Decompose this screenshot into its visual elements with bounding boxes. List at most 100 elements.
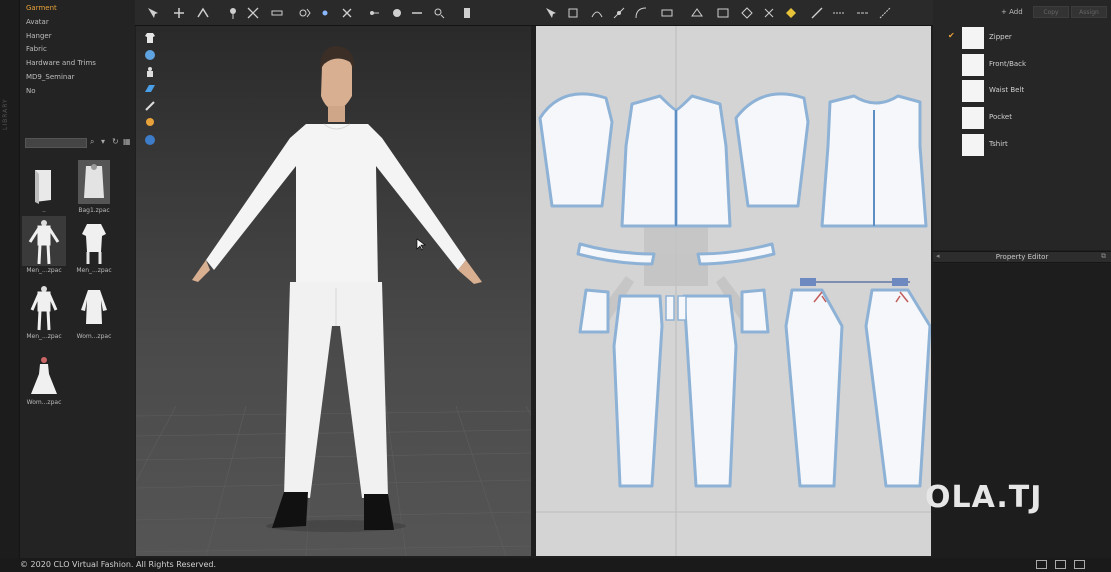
pattern-piece-pocket	[740, 288, 770, 334]
sphere-icon[interactable]	[390, 6, 404, 20]
pattern-canvas[interactable]	[536, 26, 931, 556]
fabric-label: Pocket	[989, 113, 1012, 121]
arrangement-point-icon[interactable]	[318, 6, 332, 20]
texture-display-icon[interactable]	[142, 47, 158, 62]
free-sewing-icon[interactable]	[832, 6, 846, 20]
arrange-icon[interactable]	[298, 6, 312, 20]
environment-icon[interactable]	[142, 132, 158, 147]
folder-item-hardware[interactable]: Hardware and Trims	[20, 57, 135, 71]
internal-polygon-icon[interactable]	[690, 6, 704, 20]
file-item[interactable]: Men_...zpac	[72, 216, 116, 278]
avatar-display-icon[interactable]	[142, 64, 158, 79]
pattern-piece-back-pants	[784, 288, 844, 488]
pattern-piece-back-pants	[864, 288, 931, 488]
copyright-text: © 2020 CLO Virtual Fashion. All Rights R…	[20, 560, 217, 569]
garment-display-icon[interactable]	[142, 30, 158, 45]
fabric-swatch	[962, 107, 984, 129]
layout-list-icon[interactable]	[1074, 560, 1085, 569]
file-name: Wom...zpac	[26, 399, 62, 406]
folder-item-md9-seminar[interactable]: MD9_Seminar	[20, 71, 135, 85]
property-editor-header: ◂ Property Editor ⧉	[933, 251, 1111, 263]
folder-item-garment[interactable]: Garment	[20, 2, 135, 16]
measure-icon[interactable]	[270, 6, 284, 20]
refresh-icon[interactable]: ↻	[112, 137, 120, 147]
pattern-piece-pocket	[578, 288, 610, 334]
segment-sewing-icon[interactable]	[810, 6, 824, 20]
assign-fabric-button[interactable]: Assign	[1071, 6, 1107, 18]
file-item[interactable]: Men_...zpac	[22, 282, 66, 344]
edit-curvature-icon[interactable]	[590, 6, 604, 20]
grid-view-icon[interactable]: ▦	[123, 137, 131, 147]
buttonhole-icon[interactable]	[410, 6, 424, 20]
pattern-piece-sleeve	[538, 92, 614, 208]
file-item[interactable]: Wom...zpac	[22, 348, 66, 410]
cut-icon[interactable]	[246, 6, 260, 20]
edit-sewing-icon[interactable]	[856, 6, 870, 20]
pattern-piece-waist-belt	[576, 242, 656, 266]
select-mesh-icon[interactable]	[146, 6, 160, 20]
folder-item-fabric[interactable]: Fabric	[20, 43, 135, 57]
dropdown-icon[interactable]: ▾	[101, 137, 109, 147]
object-browser-header: + Add Copy Assign	[933, 6, 1111, 22]
fabric-item-pocket[interactable]: Pocket	[933, 107, 1111, 129]
fabric-item-tshirt[interactable]: Tshirt	[933, 134, 1111, 156]
fabric-label: Front/Back	[989, 60, 1027, 68]
pattern-piece-front-pants	[682, 294, 738, 488]
folder-item-no[interactable]: No	[20, 85, 135, 99]
object-browser-panel: + Add Copy Assign ✔ Zipper Front/Back Wa…	[933, 0, 1111, 250]
folder-item-hanger[interactable]: Hanger	[20, 30, 135, 44]
fabric-swatch	[962, 80, 984, 102]
fabric-label: Tshirt	[989, 140, 1008, 148]
pattern-piece-waist-belt	[696, 242, 776, 266]
file-name: Bag1.zpac	[78, 207, 110, 214]
add-point-icon[interactable]	[612, 6, 626, 20]
women-dress-thumbnail	[22, 348, 66, 398]
zipper-tool-icon[interactable]	[432, 6, 446, 20]
2d-pattern-window[interactable]	[536, 26, 931, 556]
circle-tool-icon[interactable]	[740, 6, 754, 20]
library-side-label: LIBRARY	[2, 98, 9, 130]
file-item[interactable]: Men_...zpac	[22, 216, 66, 278]
trim-icon[interactable]	[460, 6, 474, 20]
undock-icon[interactable]: ⧉	[1101, 252, 1106, 261]
fabric-item-front-back[interactable]: Front/Back	[933, 54, 1111, 76]
fabric-display-icon[interactable]	[142, 81, 158, 96]
avatar-skin-icon[interactable]	[142, 115, 158, 130]
layout-single-icon[interactable]	[1036, 560, 1047, 569]
add-fabric-button[interactable]: + Add	[1001, 8, 1023, 16]
library-folder-list: Garment Avatar Hanger Fabric Hardware an…	[20, 2, 135, 99]
pattern-piece-zipper	[677, 295, 687, 321]
library-search-input[interactable]	[25, 138, 87, 148]
pin-icon[interactable]	[226, 6, 240, 20]
avatar-3d[interactable]	[136, 26, 531, 556]
dart-icon[interactable]	[784, 6, 798, 20]
fold-icon[interactable]	[196, 6, 210, 20]
clo3d-app: LIBRARY Garment Avatar Hanger Fabric Har…	[0, 0, 1111, 572]
fabric-label: Zipper	[989, 33, 1012, 41]
rectangle-tool-icon[interactable]	[716, 6, 730, 20]
search-icon[interactable]: ⌕	[90, 137, 98, 147]
topstitch-icon[interactable]	[878, 6, 892, 20]
fabric-label: Waist Belt	[989, 86, 1025, 94]
3d-garment-window[interactable]	[136, 26, 531, 556]
transform-icon[interactable]	[172, 6, 186, 20]
copy-fabric-button[interactable]: Copy	[1033, 6, 1069, 18]
layout-split-icon[interactable]	[1055, 560, 1066, 569]
fabric-item-zipper[interactable]: ✔ Zipper	[933, 27, 1111, 49]
polygon-icon[interactable]	[660, 6, 674, 20]
fabric-item-waist-belt[interactable]: Waist Belt	[933, 80, 1111, 102]
tack-icon[interactable]	[340, 6, 354, 20]
folder-item-avatar[interactable]: Avatar	[20, 16, 135, 30]
status-bar: © 2020 CLO Virtual Fashion. All Rights R…	[0, 558, 1111, 572]
women-outfit-thumbnail	[72, 282, 116, 332]
edit-point-icon[interactable]	[566, 6, 580, 20]
library-panel: LIBRARY Garment Avatar Hanger Fabric Har…	[0, 0, 135, 558]
edit-pattern-icon[interactable]	[544, 6, 558, 20]
file-item[interactable]: ..	[22, 156, 66, 218]
file-item[interactable]: Wom...zpac	[72, 282, 116, 344]
curve-point-icon[interactable]	[634, 6, 648, 20]
button-tool-icon[interactable]	[368, 6, 382, 20]
pin-display-icon[interactable]	[142, 98, 158, 113]
file-item[interactable]: Bag1.zpac	[72, 156, 116, 218]
grid-tool-icon[interactable]	[762, 6, 776, 20]
